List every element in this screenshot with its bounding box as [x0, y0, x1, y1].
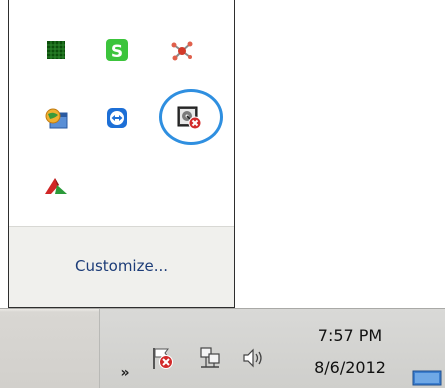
- taskbar: » 7:57 PM 8/6/2012: [0, 308, 445, 388]
- taskbar-clock[interactable]: 7:57 PM 8/6/2012: [295, 325, 405, 379]
- network-icon[interactable]: [197, 345, 223, 371]
- red-network-app-icon[interactable]: [169, 37, 195, 63]
- clock-time: 7:57 PM: [317, 326, 383, 345]
- show-hidden-icons-button[interactable]: »: [118, 364, 132, 382]
- green-grid-app-icon[interactable]: [43, 37, 69, 63]
- globe-window-app-icon[interactable]: [43, 105, 69, 131]
- clock-date: 8/6/2012: [314, 358, 386, 377]
- flyout-footer: Customize...: [9, 226, 234, 307]
- teamviewer-icon[interactable]: [104, 105, 130, 131]
- volume-icon[interactable]: [241, 345, 267, 371]
- customize-link[interactable]: Customize...: [9, 257, 234, 275]
- action-center-flag-error-icon[interactable]: [150, 345, 176, 371]
- svg-text:S: S: [111, 42, 123, 62]
- hidden-icons-grid: S: [9, 0, 234, 224]
- notification-overflow-flyout: S Customize...: [8, 0, 235, 308]
- red-green-triangle-icon[interactable]: [43, 173, 69, 199]
- show-desktop-icon[interactable]: [412, 369, 442, 387]
- green-s-app-icon[interactable]: S: [104, 37, 130, 63]
- disconnected-drive-icon[interactable]: [176, 104, 202, 130]
